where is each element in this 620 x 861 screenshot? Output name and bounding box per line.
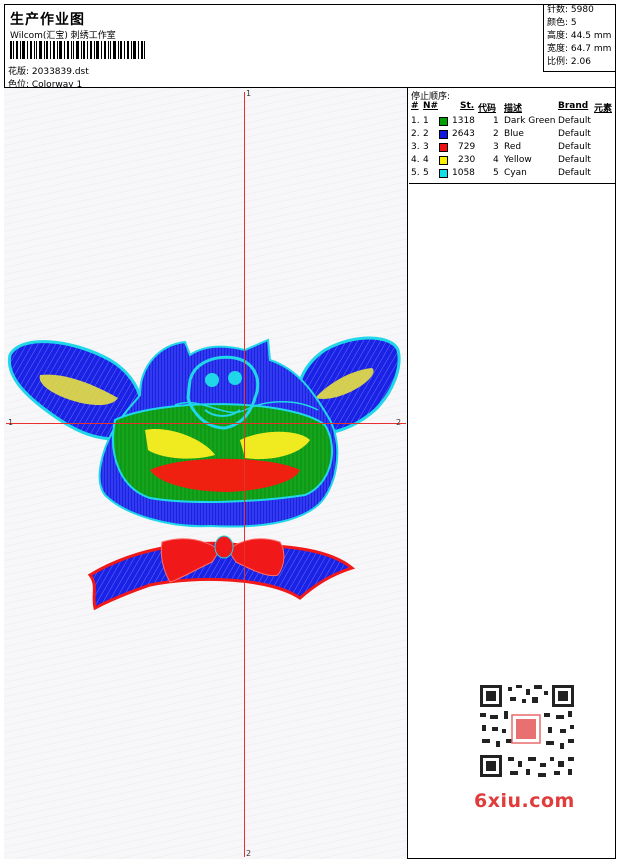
color-swatch xyxy=(439,156,448,165)
col-desc: 描述 xyxy=(504,104,523,114)
qr-code xyxy=(468,681,582,783)
body xyxy=(98,338,339,528)
col-element: 元素 xyxy=(594,104,613,114)
watermark-text: 6xiu.com xyxy=(474,790,575,812)
stop-row: 2. 2 2643 2 Blue Default xyxy=(411,129,591,139)
col-hash: # xyxy=(411,101,419,111)
stop-row: 4. 4 230 4 Yellow Default xyxy=(411,155,591,165)
stop-row: 5. 5 1058 5 Cyan Default xyxy=(411,168,591,178)
vertical-center-line xyxy=(244,92,245,857)
marker-left: 1 xyxy=(8,418,14,427)
col-brand: Brand xyxy=(558,101,589,111)
col-code: 代码 xyxy=(478,104,497,114)
color-swatch xyxy=(439,117,448,126)
col-st: St. xyxy=(460,101,475,111)
stop-sequence-panel: 停止顺序: # N# St. 代码 描述 Brand 元素 1. 1 1318 1 … xyxy=(409,88,616,184)
color-swatch xyxy=(439,130,448,139)
stop-row: 3. 3 729 3 Red Default xyxy=(411,142,591,152)
horizontal-center-line xyxy=(6,423,406,424)
marker-top: 1 xyxy=(246,89,252,98)
marker-right: 2 xyxy=(396,418,402,427)
stop-row: 1. 1 1318 1 Dark Green Default xyxy=(411,116,591,126)
color-swatch xyxy=(439,169,448,178)
col-n: N# xyxy=(423,101,439,111)
marker-bottom: 2 xyxy=(246,849,252,858)
color-swatch xyxy=(439,143,448,152)
